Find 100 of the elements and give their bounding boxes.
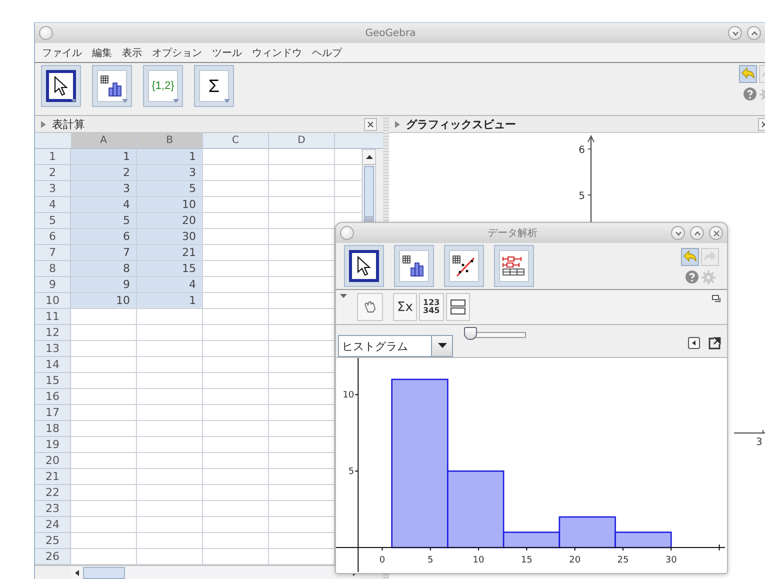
table-bars-icon xyxy=(100,75,124,97)
caret-icon xyxy=(173,99,179,103)
settings-icon xyxy=(700,270,716,284)
row-header[interactable]: 22 xyxy=(35,485,71,501)
table-cell: 15 xyxy=(137,261,203,277)
column-header[interactable]: B xyxy=(137,133,203,149)
table-cell: 4 xyxy=(137,277,203,293)
row-header[interactable]: 1 xyxy=(35,149,71,165)
hand-button[interactable] xyxy=(357,293,383,321)
close-button[interactable] xyxy=(364,118,377,130)
caret-icon xyxy=(122,99,128,103)
close-icon xyxy=(367,120,374,128)
tool-button[interactable]: Σ xyxy=(194,65,234,107)
scroll-up-icon xyxy=(366,155,372,159)
column-header[interactable]: A xyxy=(71,133,137,149)
row-header[interactable]: 3 xyxy=(35,181,71,197)
slider-thumb[interactable] xyxy=(464,327,478,340)
row-header[interactable]: 12 xyxy=(35,325,71,341)
pop-out-icon xyxy=(708,336,721,350)
row-header[interactable]: 26 xyxy=(35,549,71,565)
expand-icon xyxy=(395,120,400,128)
tick-label: 25 xyxy=(617,556,629,566)
table-cell: 4 xyxy=(71,197,137,213)
maximize-button[interactable] xyxy=(690,226,704,240)
chevron-up-icon xyxy=(750,30,758,36)
row-header[interactable]: 9 xyxy=(35,277,71,293)
tick-label: 15 xyxy=(520,556,532,566)
table-cell: 7 xyxy=(71,245,137,261)
grip-icon xyxy=(365,216,373,222)
box-plot-tool-button[interactable] xyxy=(494,245,534,287)
scatter-tool-button[interactable] xyxy=(444,245,484,287)
row-header[interactable]: 16 xyxy=(35,389,71,405)
scroll-thumb[interactable] xyxy=(83,567,125,579)
window-title: データ解析 xyxy=(486,226,538,240)
row-header[interactable]: 6 xyxy=(35,229,71,245)
row-header[interactable]: 24 xyxy=(35,517,71,533)
minimize-button[interactable] xyxy=(728,26,742,40)
row-header[interactable]: 10 xyxy=(35,293,71,309)
row-header[interactable]: 4 xyxy=(35,197,71,213)
table-cell: 10 xyxy=(137,197,203,213)
table-cell: 1 xyxy=(137,149,203,165)
table-cell: 30 xyxy=(137,229,203,245)
expand-icon xyxy=(41,120,46,128)
chevron-down-icon xyxy=(674,230,682,236)
row-header[interactable]: 13 xyxy=(35,341,71,357)
menu-item[interactable]: ファイル xyxy=(37,46,87,60)
menu-item[interactable]: 編集 xyxy=(87,46,117,60)
tool-button[interactable]: {1,2} xyxy=(143,65,183,107)
minimize-button[interactable] xyxy=(671,226,685,240)
box-plot-icon xyxy=(501,255,527,277)
maximize-button[interactable] xyxy=(747,26,761,40)
close-icon xyxy=(712,230,720,236)
layout-button[interactable] xyxy=(446,293,470,321)
table-cell: 8 xyxy=(71,261,137,277)
table-cell: 21 xyxy=(137,245,203,261)
menu-item[interactable]: オプション xyxy=(147,46,207,60)
table-bars-icon xyxy=(402,255,426,277)
row-header[interactable]: 20 xyxy=(35,453,71,469)
table-cell: 6 xyxy=(71,229,137,245)
row-header[interactable]: 2 xyxy=(35,165,71,181)
row-header[interactable]: 17 xyxy=(35,405,71,421)
row-header[interactable]: 19 xyxy=(35,437,71,453)
statistics-button[interactable]: Σx xyxy=(393,293,417,321)
tick-label: 6 xyxy=(578,145,585,156)
row-header[interactable]: 18 xyxy=(35,421,71,437)
menu-item[interactable]: ツール xyxy=(207,46,247,60)
tick-label: 3 xyxy=(756,437,762,448)
table-cell: 10 xyxy=(71,293,137,309)
menu-item[interactable]: ウィンドウ xyxy=(247,46,307,60)
row-header[interactable]: 23 xyxy=(35,501,71,517)
table-scatter-icon xyxy=(452,255,476,277)
table-cell: 2 xyxy=(71,165,137,181)
tick-label: 30 xyxy=(665,556,677,566)
row-header[interactable]: 21 xyxy=(35,469,71,485)
hand-icon xyxy=(363,300,377,314)
chart-tool-button[interactable] xyxy=(92,65,132,107)
caret-icon xyxy=(340,294,347,298)
row-header[interactable]: 14 xyxy=(35,357,71,373)
tick-label: 10 xyxy=(342,390,354,401)
close-button[interactable] xyxy=(709,226,723,240)
row-header[interactable]: 15 xyxy=(35,373,71,389)
move-tool-button[interactable] xyxy=(41,65,81,107)
row-header[interactable]: 25 xyxy=(35,533,71,549)
table-cell: 3 xyxy=(71,181,137,197)
chevron-up-icon xyxy=(694,230,700,236)
two-panes-icon xyxy=(450,299,466,315)
chart-tool-button[interactable] xyxy=(394,245,434,287)
menu-item[interactable]: 表示 xyxy=(117,46,147,60)
table-cell: 5 xyxy=(137,181,203,197)
menu-item[interactable]: ヘルプ xyxy=(307,46,347,60)
row-header[interactable]: 5 xyxy=(35,213,71,229)
row-header[interactable]: 11 xyxy=(35,309,71,325)
undo-icon xyxy=(739,65,757,83)
chevron-down-icon xyxy=(732,30,738,36)
data-button[interactable]: 123 345 xyxy=(419,293,444,321)
chart-type-dropdown[interactable]: ヒストグラム xyxy=(338,334,453,356)
move-tool-button[interactable] xyxy=(344,245,384,287)
row-header[interactable]: 7 xyxy=(35,245,71,261)
row-header[interactable]: 8 xyxy=(35,261,71,277)
caret-icon xyxy=(224,99,230,103)
